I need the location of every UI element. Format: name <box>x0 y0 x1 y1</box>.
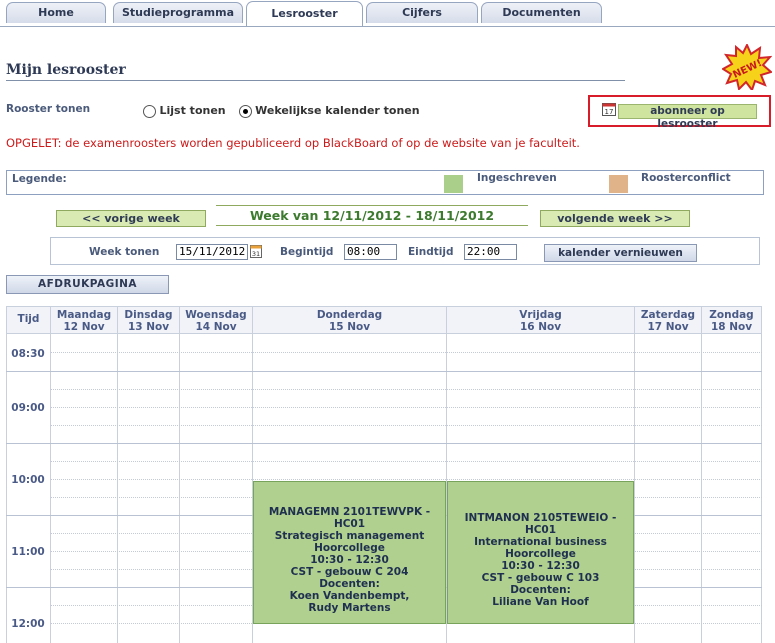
svg-text:17: 17 <box>605 108 614 116</box>
end-time-label: Eindtijd <box>408 246 454 258</box>
week-range: Week van 12/11/2012 - 18/11/2012 <box>216 205 528 226</box>
week-calendar: Tijd Maandag 12 Nov Dinsdag 13 Nov Woensda… <box>6 306 762 643</box>
time-label: 09:00 <box>11 402 45 414</box>
previous-week-button[interactable]: << vorige week <box>56 210 206 227</box>
tab-home[interactable]: Home <box>6 2 106 23</box>
time-label: 10:00 <box>11 474 45 486</box>
time-column-header: Tijd <box>6 306 51 334</box>
tab-cijfers[interactable]: Cijfers <box>366 2 478 23</box>
time-label: 12:00 <box>11 618 45 630</box>
start-time-label: Begintijd <box>280 246 334 258</box>
title-underline <box>6 80 625 81</box>
calendar-icon[interactable]: 17 <box>602 102 616 116</box>
refresh-calendar-button[interactable]: kalender vernieuwen <box>544 244 697 262</box>
legend: Legende: Ingeschreven Roosterconflict <box>6 170 764 195</box>
time-label: 08:30 <box>11 348 45 360</box>
tab-documenten[interactable]: Documenten <box>481 2 602 23</box>
legend-enrolled-label: Ingeschreven <box>477 172 557 184</box>
exam-warning: OPGELET: de examenroosters worden gepubl… <box>6 136 580 150</box>
list-view-label[interactable]: Lijst tonen <box>160 104 226 117</box>
tab-bar: Home Studieprogramma Lesrooster Cijfers … <box>0 0 775 27</box>
day-header-saturday: Zaterdag 17 Nov <box>635 306 702 334</box>
calendar-event-international-business[interactable]: INTMANON 2105TEWEIO - HC01 International… <box>447 481 634 624</box>
end-time-input[interactable]: 22:00 <box>464 244 517 260</box>
view-options: Lijst tonen Wekelijkse kalender tonen <box>143 104 420 118</box>
print-page-button[interactable]: AFDRUKPAGINA <box>6 275 169 294</box>
legend-conflict-label: Roosterconflict <box>641 172 731 184</box>
svg-text:31: 31 <box>252 250 260 258</box>
week-calendar-radio[interactable] <box>238 104 252 118</box>
next-week-button[interactable]: volgende week >> <box>540 210 690 227</box>
week-calendar-label[interactable]: Wekelijkse kalender tonen <box>255 104 419 117</box>
start-time-input[interactable]: 08:00 <box>344 244 397 260</box>
date-picker-icon[interactable]: 31 <box>250 245 262 258</box>
day-header-monday: Maandag 12 Nov <box>51 306 118 334</box>
tab-studieprogramma[interactable]: Studieprogramma <box>113 2 243 23</box>
calendar-event-strategisch-management[interactable]: MANAGEMN 2101TEWVPK - HC01 Strategisch m… <box>253 481 446 624</box>
legend-label: Legende: <box>12 173 67 185</box>
legend-swatch-enrolled <box>444 175 463 193</box>
time-label: 11:00 <box>11 546 45 558</box>
day-header-tuesday: Dinsdag 13 Nov <box>118 306 180 334</box>
week-date-input[interactable]: 15/11/2012 <box>176 244 248 260</box>
day-header-wednesday: Woensdag 14 Nov <box>180 306 253 334</box>
page-title: Mijn lesrooster <box>6 62 126 78</box>
tab-lesrooster[interactable]: Lesrooster <box>246 1 363 26</box>
list-view-radio[interactable] <box>143 104 156 118</box>
legend-swatch-conflict <box>609 175 628 193</box>
day-header-sunday: Zondag 18 Nov <box>702 306 762 334</box>
view-label: Rooster tonen <box>6 103 91 115</box>
subscribe-button[interactable]: abonneer op lesrooster <box>618 104 757 130</box>
new-badge-icon: NEW! <box>722 44 772 90</box>
day-header-thursday: Donderdag 15 Nov <box>253 306 447 334</box>
day-header-friday: Vrijdag 16 Nov <box>447 306 635 334</box>
week-label: Week tonen <box>89 246 160 258</box>
